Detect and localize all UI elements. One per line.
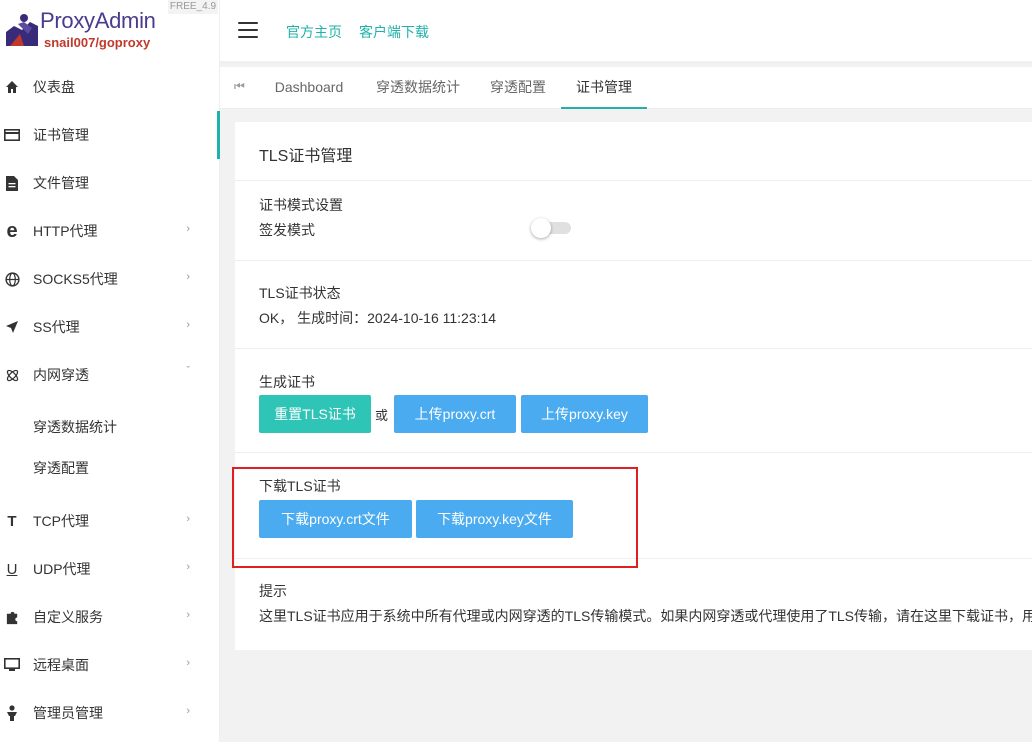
sidebar-subitem-label: 穿透配置 <box>33 460 89 476</box>
toggle-knob <box>531 218 551 238</box>
reset-tls-cert-button[interactable]: 重置TLS证书 <box>259 395 371 433</box>
sidebar-item-socks5-proxy[interactable]: SOCKS5代理 › <box>0 255 220 303</box>
sidebar-item-label: 远程桌面 <box>33 657 89 673</box>
divider <box>235 452 1032 453</box>
chevron-right-icon: › <box>186 319 190 331</box>
or-text: 或 <box>375 408 389 423</box>
sidebar-item-ss-proxy[interactable]: SS代理 › <box>0 303 220 351</box>
divider <box>235 260 1032 261</box>
sidebar-item-label: 文件管理 <box>33 175 89 191</box>
sidebar-item-certificates[interactable]: 证书管理 <box>0 111 220 159</box>
tls-status-text: OK， 生成时间：2024-10-16 11:23:14 <box>259 310 497 326</box>
chevron-right-icon: › <box>186 609 190 621</box>
sidebar-item-udp-proxy[interactable]: U UDP代理 › <box>0 545 220 593</box>
generate-cert-label: 生成证书 <box>259 374 315 390</box>
page-tabs: ⏮ Dashboard 穿透数据统计 穿透配置 证书管理 <box>220 67 1032 109</box>
text-t-icon: T <box>7 512 17 530</box>
sidebar-item-label: 仪表盘 <box>33 79 75 95</box>
tab-penetration-config[interactable]: 穿透配置 <box>479 67 557 109</box>
sidebar-item-http-proxy[interactable]: e HTTP代理 › <box>0 207 220 255</box>
sidebar-item-custom-services[interactable]: 自定义服务 › <box>0 593 220 641</box>
highlight-box <box>232 467 638 568</box>
sidebar-subitem-penetration-config[interactable]: 穿透配置 <box>0 448 220 488</box>
issue-mode-label: 签发模式 <box>259 222 315 238</box>
sidebar-item-admin-management[interactable]: 管理员管理 › <box>0 689 220 737</box>
sidebar-item-label: SOCKS5代理 <box>33 271 118 287</box>
tip-label: 提示 <box>259 583 287 599</box>
sidebar: ProxyAdmin snail007/goproxy FREE_4.9 仪表盘… <box>0 0 220 742</box>
divider <box>235 348 1032 349</box>
sidebar-item-remote-desktop[interactable]: 远程桌面 › <box>0 641 220 689</box>
tls-card: TLS证书管理 证书模式设置 签发模式 TLS证书状态 OK， 生成时间：202… <box>235 122 1032 650</box>
upload-crt-button[interactable]: 上传proxy.crt <box>394 395 516 433</box>
top-header: 官方主页 客户端下载 <box>220 0 1032 64</box>
sidebar-item-label: SS代理 <box>33 319 80 335</box>
menu-toggle-icon[interactable] <box>238 22 258 38</box>
sidebar-item-label: TCP代理 <box>33 513 89 529</box>
sidebar-item-dashboard[interactable]: 仪表盘 <box>0 63 220 111</box>
chevron-down-icon: ˇ <box>186 365 190 377</box>
cert-mode-label: 证书模式设置 <box>259 197 343 213</box>
sidebar-item-label: 证书管理 <box>33 127 89 143</box>
sidebar-item-label: 管理员管理 <box>33 705 103 721</box>
issue-mode-toggle[interactable] <box>531 218 571 238</box>
sidebar-item-intranet-penetration[interactable]: 内网穿透 ˇ <box>0 351 220 399</box>
tls-status-label: TLS证书状态 <box>259 285 341 301</box>
underline-icon: U <box>6 560 18 578</box>
skip-back-icon[interactable]: ⏮ <box>234 79 245 94</box>
atom-icon <box>2 365 22 385</box>
tab-dashboard[interactable]: Dashboard <box>260 67 358 109</box>
file-icon <box>2 173 22 193</box>
sidebar-item-label: 自定义服务 <box>33 609 103 625</box>
globe-icon <box>2 269 22 289</box>
divider <box>235 180 1032 181</box>
app-subtitle: snail007/goproxy <box>44 35 151 50</box>
edge-icon: e <box>6 219 18 242</box>
chevron-right-icon: › <box>186 657 190 669</box>
official-site-link[interactable]: 官方主页 <box>286 22 342 42</box>
version-badge: FREE_4.9 <box>168 0 218 14</box>
chevron-right-icon: › <box>186 513 190 525</box>
chevron-right-icon: › <box>186 561 190 573</box>
sidebar-item-files[interactable]: 文件管理 <box>0 159 220 207</box>
sidebar-subitem-penetration-stats[interactable]: 穿透数据统计 <box>0 407 220 447</box>
sidebar-item-tcp-proxy[interactable]: T TCP代理 › <box>0 497 220 545</box>
chevron-right-icon: › <box>186 271 190 283</box>
card-title: TLS证书管理 <box>259 148 353 165</box>
tip-text: 这里TLS证书应用于系统中所有代理或内网穿透的TLS传输模式。如果内网穿透或代理… <box>259 608 1032 624</box>
app-title: ProxyAdmin <box>40 8 156 33</box>
sidebar-item-label: HTTP代理 <box>33 223 98 239</box>
sidebar-subitem-label: 穿透数据统计 <box>33 419 117 435</box>
sidebar-item-label: 内网穿透 <box>33 367 89 383</box>
tab-penetration-stats[interactable]: 穿透数据统计 <box>366 67 470 109</box>
sidebar-item-label: UDP代理 <box>33 561 91 577</box>
desktop-icon <box>2 655 22 675</box>
person-icon <box>2 703 22 723</box>
chevron-right-icon: › <box>186 223 190 235</box>
send-icon <box>2 317 22 337</box>
client-download-link[interactable]: 客户端下载 <box>359 22 429 42</box>
card-icon <box>2 125 22 145</box>
puzzle-icon <box>2 607 22 627</box>
home-icon <box>2 77 22 97</box>
tab-certificates[interactable]: 证书管理 <box>561 67 647 109</box>
logo-icon <box>6 14 38 46</box>
chevron-right-icon: › <box>186 705 190 717</box>
upload-key-button[interactable]: 上传proxy.key <box>521 395 648 433</box>
